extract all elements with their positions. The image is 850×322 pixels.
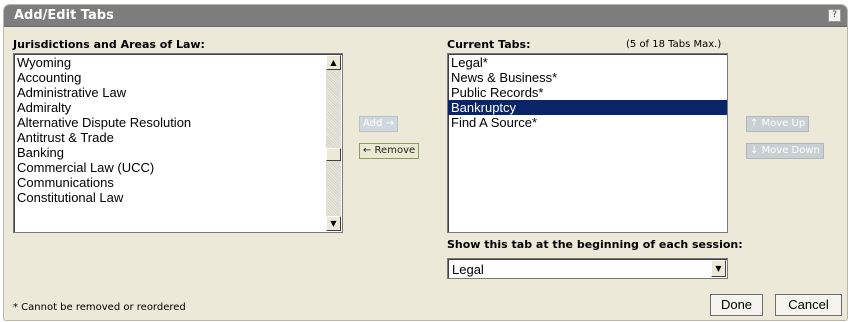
footnote: * Cannot be removed or reordered [13,302,186,313]
current-tab-item[interactable]: Bankruptcy [448,100,727,115]
jurisdiction-item[interactable]: Communications [14,175,342,190]
jurisdiction-item[interactable]: Administrative Law [14,85,342,100]
jurisdiction-item[interactable]: Alternative Dispute Resolution [14,115,342,130]
dialog-title: Add/Edit Tabs [14,8,114,23]
add-button[interactable]: Add → [359,116,398,132]
jurisdiction-item[interactable]: Banking [14,145,342,160]
start-tab-value: Legal [452,262,484,277]
current-tabs-listbox[interactable]: Legal* News & Business* Public Records* Ban… [447,53,728,233]
jurisdiction-item[interactable]: Commercial Law (UCC) [14,160,342,175]
jurisdiction-item[interactable]: Wyoming [14,55,342,70]
current-tabs-label: Current Tabs: [447,38,531,51]
jurisdictions-scrollbar[interactable]: ▲ ▼ [326,55,341,231]
current-tab-item[interactable]: Legal* [448,55,727,70]
move-up-button[interactable]: ↑ Move Up [746,116,810,132]
tabs-count-label: (5 of 18 Tabs Max.) [626,39,722,50]
jurisdiction-item[interactable]: Antitrust & Trade [14,130,342,145]
add-edit-tabs-dialog: Add/Edit Tabs ? Jurisdictions and Areas … [3,4,848,321]
jurisdictions-label: Jurisdictions and Areas of Law: [13,38,205,51]
help-icon[interactable]: ? [828,9,841,22]
jurisdiction-item[interactable]: Accounting [14,70,342,85]
jurisdictions-listbox[interactable]: Wyoming Accounting Administrative Law Admir… [13,53,343,233]
jurisdiction-item[interactable]: Constitutional Law [14,190,342,205]
start-tab-label: Show this tab at the beginning of each s… [447,238,743,251]
done-button[interactable]: Done [710,294,763,316]
chevron-down-icon[interactable]: ▼ [711,260,726,277]
current-tab-item[interactable]: Find A Source* [448,115,727,130]
current-tab-item[interactable]: Public Records* [448,85,727,100]
jurisdiction-item[interactable]: Admiralty [14,100,342,115]
remove-button[interactable]: ← Remove [359,143,420,159]
scroll-up-arrow-icon[interactable]: ▲ [326,55,341,70]
start-tab-select[interactable]: Legal ▼ [447,258,728,279]
current-tab-item[interactable]: News & Business* [448,70,727,85]
dialog-titlebar: Add/Edit Tabs ? [4,5,847,27]
scroll-down-arrow-icon[interactable]: ▼ [326,216,341,231]
scrollbar-thumb[interactable] [326,148,341,161]
cancel-button[interactable]: Cancel [775,294,842,316]
move-down-button[interactable]: ↓ Move Down [746,143,824,159]
